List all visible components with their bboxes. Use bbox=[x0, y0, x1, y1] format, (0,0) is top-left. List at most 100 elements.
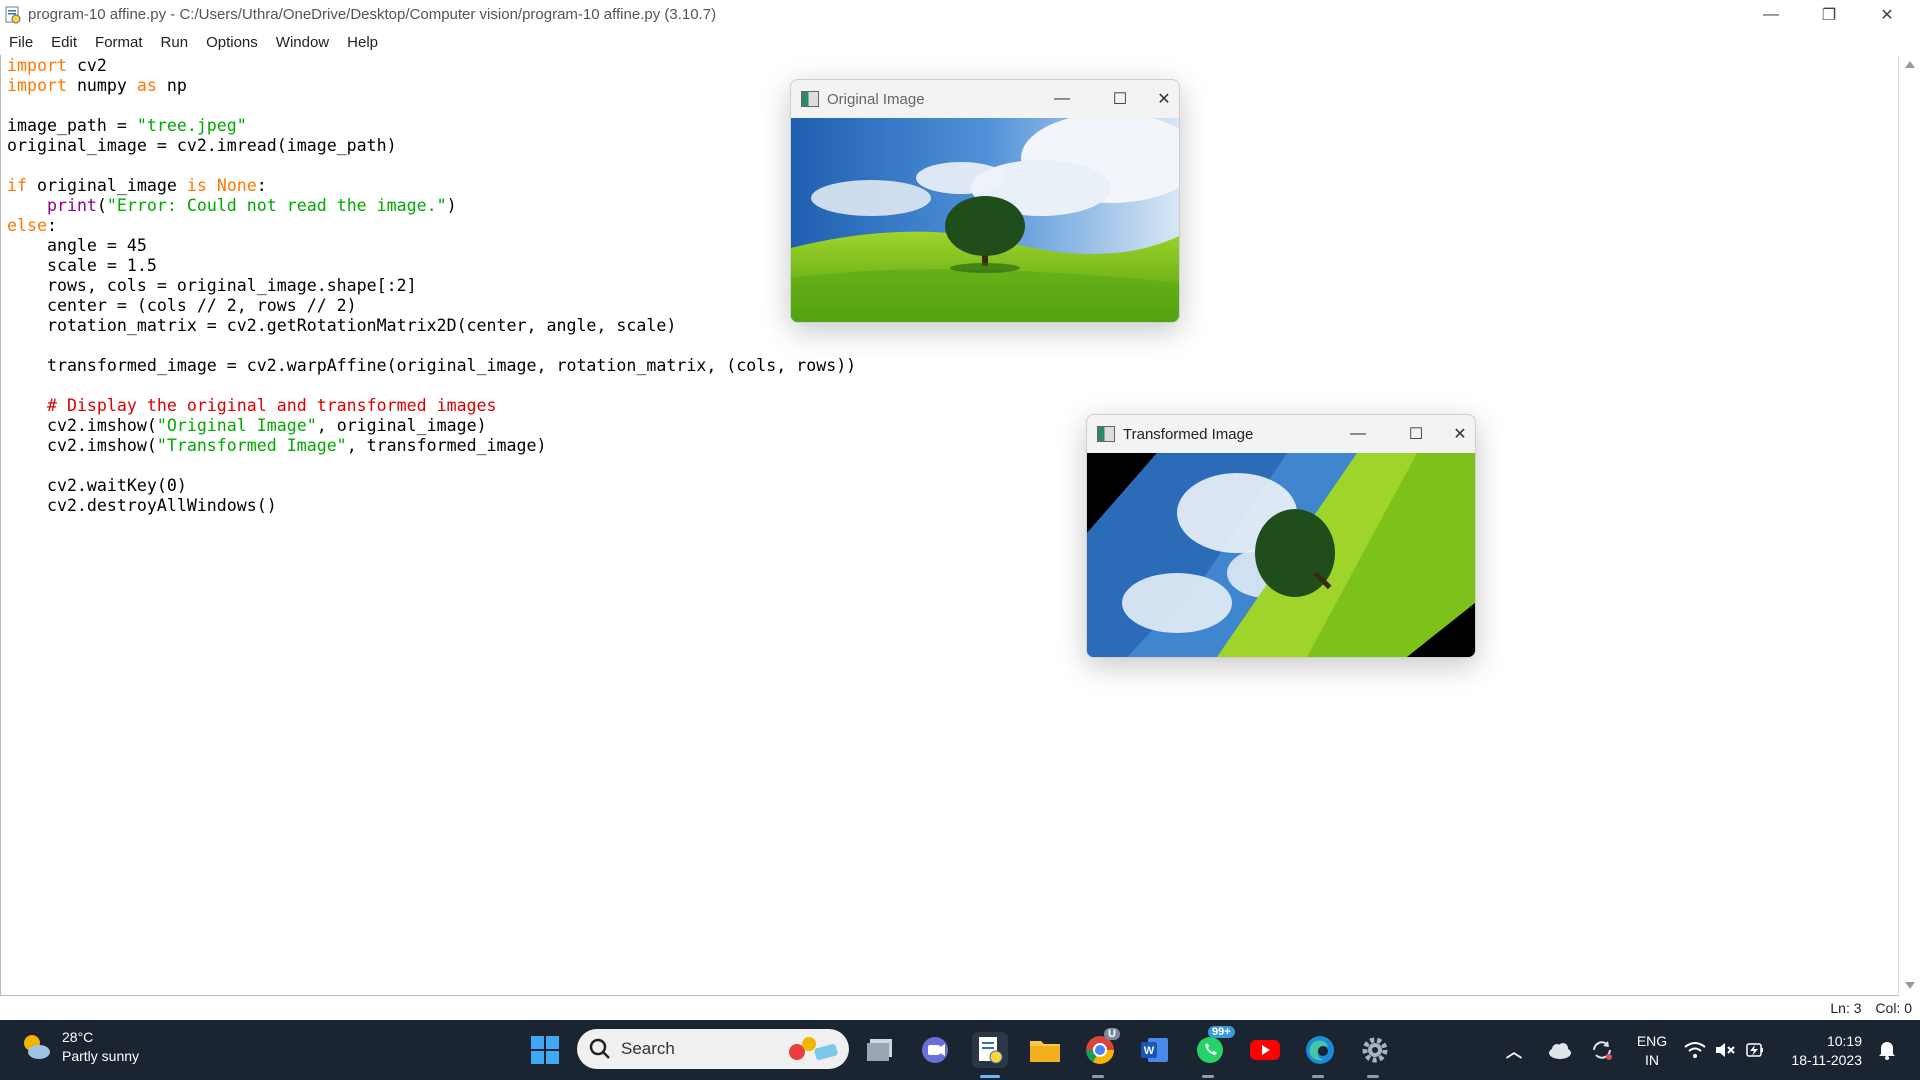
running-indicator bbox=[1202, 1075, 1214, 1078]
gear-icon bbox=[1362, 1037, 1388, 1063]
code-line[interactable] bbox=[7, 156, 856, 176]
code-line[interactable]: rotation_matrix = cv2.getRotationMatrix2… bbox=[7, 316, 856, 336]
vertical-scrollbar[interactable] bbox=[1898, 55, 1920, 995]
code-line[interactable]: if original_image is None: bbox=[7, 176, 856, 196]
task-view-button[interactable] bbox=[863, 1032, 899, 1068]
whatsapp-icon bbox=[1197, 1037, 1223, 1063]
transformed-maximize-button[interactable]: ☐ bbox=[1387, 415, 1445, 453]
partly-sunny-icon bbox=[24, 1035, 50, 1059]
original-image bbox=[791, 118, 1179, 322]
cloud-icon bbox=[1549, 1043, 1571, 1059]
youtube-button[interactable] bbox=[1247, 1032, 1283, 1068]
chrome-button[interactable]: U bbox=[1082, 1028, 1120, 1068]
close-icon: ✕ bbox=[1880, 6, 1894, 24]
code-line[interactable]: import numpy as np bbox=[7, 76, 856, 96]
clock[interactable]: 10:19 18-11-2023 bbox=[1782, 1032, 1862, 1070]
maximize-icon: ☐ bbox=[1112, 91, 1128, 108]
original-maximize-button[interactable]: ☐ bbox=[1091, 80, 1149, 118]
file-explorer-button[interactable] bbox=[1027, 1032, 1063, 1068]
menu-options[interactable]: Options bbox=[197, 34, 267, 51]
window-title: program-10 affine.py - C:/Users/Uthra/On… bbox=[28, 6, 717, 23]
code-token: "Error: Could not read the image." bbox=[106, 196, 447, 215]
menu-format[interactable]: Format bbox=[86, 34, 152, 51]
code-line[interactable]: center = (cols // 2, rows // 2) bbox=[7, 296, 856, 316]
teams-chat-button[interactable] bbox=[917, 1032, 953, 1068]
whatsapp-button[interactable]: 99+ bbox=[1192, 1026, 1235, 1068]
menu-file[interactable]: File bbox=[0, 34, 42, 51]
sync-icon bbox=[1593, 1041, 1612, 1060]
edge-button[interactable] bbox=[1302, 1032, 1338, 1068]
wifi-icon bbox=[1684, 1042, 1706, 1058]
code-line[interactable]: # Display the original and transformed i… bbox=[7, 396, 856, 416]
notifications-button[interactable] bbox=[1874, 1032, 1900, 1068]
code-line[interactable]: cv2.imshow("Original Image", original_im… bbox=[7, 416, 856, 436]
clock-time: 10:19 bbox=[1826, 1033, 1862, 1049]
code-text[interactable]: import cv2 import numpy as np image_path … bbox=[7, 56, 856, 516]
taskbar-search[interactable]: Search bbox=[577, 1029, 849, 1069]
code-token: else bbox=[7, 216, 47, 235]
show-hidden-icons-button[interactable]: ︿ bbox=[1504, 1032, 1524, 1068]
original-image-window[interactable]: Original Image — ☐ ✕ bbox=[790, 79, 1180, 323]
scroll-down-icon[interactable] bbox=[1905, 982, 1915, 989]
original-minimize-button[interactable]: — bbox=[1033, 80, 1091, 118]
code-line[interactable]: transformed_image = cv2.warpAffine(origi… bbox=[7, 356, 856, 376]
menu-run[interactable]: Run bbox=[152, 34, 198, 51]
code-line[interactable] bbox=[7, 456, 856, 476]
scroll-up-icon[interactable] bbox=[1905, 61, 1915, 68]
restore-button[interactable]: ❐ bbox=[1800, 0, 1858, 29]
word-button[interactable]: W bbox=[1137, 1032, 1173, 1068]
battery-button[interactable] bbox=[1742, 1032, 1768, 1068]
close-icon: ✕ bbox=[1157, 91, 1171, 108]
idle-taskbar-button[interactable] bbox=[972, 1032, 1008, 1068]
minimize-button[interactable]: — bbox=[1742, 0, 1800, 29]
transformed-close-button[interactable]: ✕ bbox=[1445, 415, 1475, 453]
transformed-window-title: Transformed Image bbox=[1123, 425, 1254, 443]
code-line[interactable]: cv2.destroyAllWindows() bbox=[7, 496, 856, 516]
code-line[interactable]: scale = 1.5 bbox=[7, 256, 856, 276]
onedrive-button[interactable] bbox=[1546, 1032, 1574, 1068]
code-line[interactable]: cv2.imshow("Transformed Image", transfor… bbox=[7, 436, 856, 456]
weather-widget[interactable]: 28°C Partly sunny bbox=[20, 1028, 139, 1066]
code-line[interactable] bbox=[7, 96, 856, 116]
language-indicator[interactable]: ENG IN bbox=[1632, 1032, 1672, 1070]
code-line[interactable]: original_image = cv2.imread(image_path) bbox=[7, 136, 856, 156]
transformed-image bbox=[1087, 453, 1475, 657]
wifi-button[interactable] bbox=[1682, 1032, 1708, 1068]
transformed-minimize-button[interactable]: — bbox=[1329, 415, 1387, 453]
code-token: is bbox=[186, 176, 207, 195]
menu-help[interactable]: Help bbox=[338, 34, 387, 51]
sync-button[interactable] bbox=[1588, 1032, 1616, 1068]
code-line[interactable]: rows, cols = original_image.shape[:2] bbox=[7, 276, 856, 296]
search-highlight-icon bbox=[789, 1037, 838, 1060]
svg-text:W: W bbox=[1144, 1045, 1155, 1057]
code-token: angle = 45 bbox=[7, 236, 147, 255]
code-line[interactable]: image_path = "tree.jpeg" bbox=[7, 116, 856, 136]
code-line[interactable] bbox=[7, 376, 856, 396]
menu-window[interactable]: Window bbox=[267, 34, 338, 51]
code-line[interactable]: else: bbox=[7, 216, 856, 236]
word-icon: W bbox=[1141, 1038, 1168, 1062]
original-close-button[interactable]: ✕ bbox=[1149, 80, 1179, 118]
code-line[interactable] bbox=[7, 336, 856, 356]
opencv-window-icon bbox=[801, 91, 819, 107]
menu-edit[interactable]: Edit bbox=[42, 34, 86, 51]
transformed-image-window[interactable]: Transformed Image — ☐ ✕ bbox=[1086, 414, 1476, 658]
code-line[interactable]: angle = 45 bbox=[7, 236, 856, 256]
code-token: "Original Image" bbox=[156, 416, 317, 435]
close-button[interactable]: ✕ bbox=[1858, 0, 1916, 29]
edge-icon bbox=[1306, 1036, 1334, 1064]
maximize-icon: ☐ bbox=[1408, 426, 1424, 443]
settings-button[interactable] bbox=[1357, 1032, 1393, 1068]
code-line[interactable]: print("Error: Could not read the image."… bbox=[7, 196, 856, 216]
running-indicator bbox=[1092, 1075, 1104, 1078]
status-bar: Ln: 3 Col: 0 bbox=[0, 996, 1920, 1020]
code-line[interactable]: import cv2 bbox=[7, 56, 856, 76]
code-line[interactable]: cv2.waitKey(0) bbox=[7, 476, 856, 496]
chrome-profile-badge: U bbox=[1104, 1028, 1120, 1040]
volume-button[interactable] bbox=[1712, 1032, 1738, 1068]
start-button[interactable] bbox=[527, 1032, 563, 1068]
python-idle-icon bbox=[5, 6, 21, 23]
